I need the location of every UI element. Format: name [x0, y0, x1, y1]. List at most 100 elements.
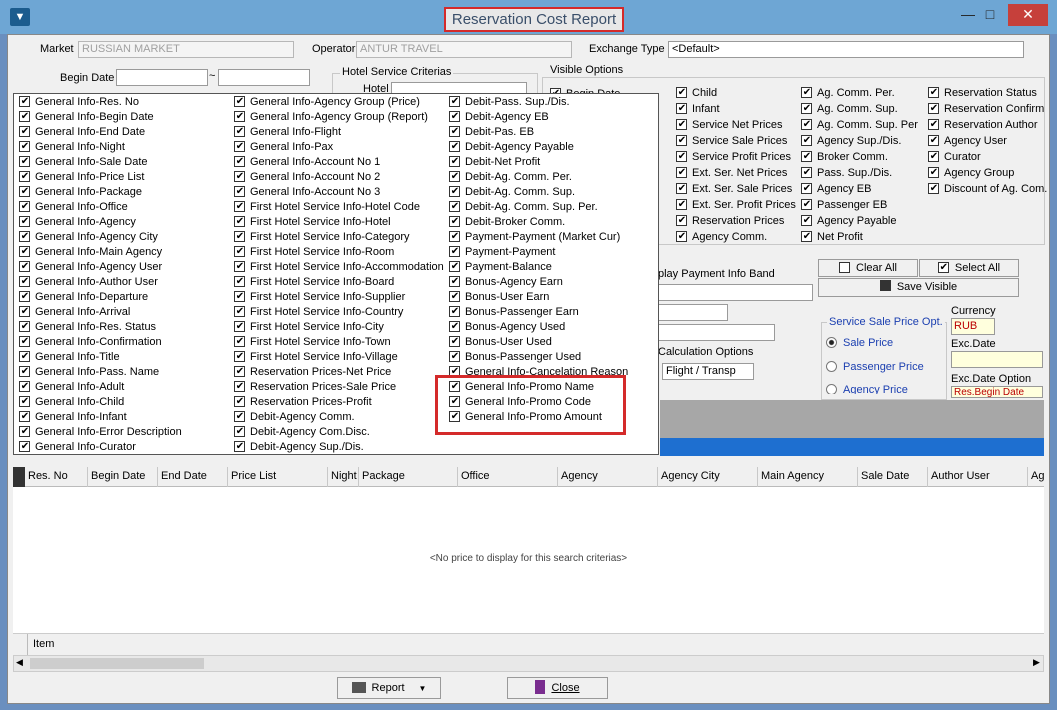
checkbox-checked[interactable]: [234, 426, 245, 437]
popup-option[interactable]: First Hotel Service Info-Hotel: [234, 216, 391, 231]
popup-option[interactable]: General Info-Flight: [234, 126, 341, 141]
popup-option[interactable]: Payment-Payment: [449, 246, 555, 261]
checkbox-checked[interactable]: [234, 261, 245, 272]
checkbox-checked[interactable]: [449, 216, 460, 227]
checkbox-checked[interactable]: [19, 186, 30, 197]
popup-option[interactable]: First Hotel Service Info-City: [234, 321, 384, 336]
checkbox-checked[interactable]: [676, 199, 687, 210]
checkbox-checked[interactable]: [449, 126, 460, 137]
popup-option[interactable]: Payment-Payment (Market Cur): [449, 231, 620, 246]
checkbox-checked[interactable]: [19, 246, 30, 257]
visible-option[interactable]: Child: [676, 87, 717, 102]
operator-field[interactable]: ANTUR TRAVEL: [356, 41, 572, 58]
column-header[interactable]: Author User: [931, 470, 990, 482]
popup-option[interactable]: General Info-Package: [19, 186, 142, 201]
popup-option[interactable]: General Info-Pax: [234, 141, 333, 156]
checkbox-checked[interactable]: [234, 201, 245, 212]
checkbox-checked[interactable]: [801, 119, 812, 130]
checkbox-checked[interactable]: [19, 141, 30, 152]
checkbox-checked[interactable]: [676, 103, 687, 114]
column-header[interactable]: Price List: [231, 470, 276, 482]
radio-passenger-price[interactable]: Passenger Price: [826, 361, 924, 376]
checkbox-checked[interactable]: [19, 261, 30, 272]
checkbox-checked[interactable]: [234, 441, 245, 452]
checkbox-checked[interactable]: [234, 396, 245, 407]
column-separator[interactable]: [557, 467, 558, 487]
visible-option[interactable]: Ext. Ser. Profit Prices: [676, 199, 796, 214]
checkbox-checked[interactable]: [801, 215, 812, 226]
column-header[interactable]: Office: [461, 470, 490, 482]
visible-option[interactable]: Agency Comm.: [676, 231, 767, 246]
popup-option[interactable]: First Hotel Service Info-Category: [234, 231, 410, 246]
checkbox-checked[interactable]: [19, 156, 30, 167]
report-button[interactable]: Report ▼: [337, 677, 441, 699]
popup-option[interactable]: Debit-Ag. Comm. Per.: [449, 171, 572, 186]
checkbox-checked[interactable]: [449, 201, 460, 212]
checkbox-checked[interactable]: [19, 351, 30, 362]
exc-date-option-select[interactable]: Res.Begin Date: [951, 386, 1043, 398]
column-separator[interactable]: [87, 467, 88, 487]
popup-option[interactable]: Reservation Prices-Profit: [234, 396, 372, 411]
popup-option[interactable]: General Info-Agency User: [19, 261, 162, 276]
checkbox-checked[interactable]: [449, 291, 460, 302]
payment-input-2[interactable]: [658, 304, 728, 321]
checkbox-checked[interactable]: [234, 321, 245, 332]
visible-option[interactable]: Ext. Ser. Net Prices: [676, 167, 787, 182]
checkbox-checked[interactable]: [234, 216, 245, 227]
column-header[interactable]: Package: [362, 470, 405, 482]
column-separator[interactable]: [457, 467, 458, 487]
popup-option[interactable]: Payment-Balance: [449, 261, 552, 276]
popup-option[interactable]: First Hotel Service Info-Hotel Code: [234, 201, 420, 216]
checkbox-checked[interactable]: [19, 306, 30, 317]
checkbox-checked[interactable]: [19, 441, 30, 452]
checkbox-checked[interactable]: [234, 291, 245, 302]
checkbox-checked[interactable]: [928, 167, 939, 178]
popup-option[interactable]: First Hotel Service Info-Village: [234, 351, 398, 366]
checkbox-checked[interactable]: [234, 141, 245, 152]
popup-option[interactable]: General Info-Curator: [19, 441, 136, 456]
checkbox-checked[interactable]: [234, 276, 245, 287]
checkbox-checked[interactable]: [449, 231, 460, 242]
checkbox-checked[interactable]: [19, 126, 30, 137]
checkbox-checked[interactable]: [449, 171, 460, 182]
app-logo-icon[interactable]: ▼: [10, 8, 30, 26]
visible-option[interactable]: Agency EB: [801, 183, 871, 198]
visible-option[interactable]: Agency Sup./Dis.: [801, 135, 901, 150]
popup-option[interactable]: First Hotel Service Info-Country: [234, 306, 403, 321]
checkbox-checked[interactable]: [676, 183, 687, 194]
visible-option[interactable]: Reservation Status: [928, 87, 1037, 102]
visible-option[interactable]: Broker Comm.: [801, 151, 888, 166]
checkbox-checked[interactable]: [449, 186, 460, 197]
popup-option[interactable]: Debit-Agency Payable: [449, 141, 574, 156]
radio-agency-price[interactable]: Agency Price: [826, 384, 908, 394]
checkbox-checked[interactable]: [19, 336, 30, 347]
minimize-button[interactable]: —: [958, 4, 978, 26]
checkbox-checked[interactable]: [449, 96, 460, 107]
visible-option[interactable]: Passenger EB: [801, 199, 887, 214]
popup-option[interactable]: General Info-Infant: [19, 411, 127, 426]
checkbox-checked[interactable]: [801, 167, 812, 178]
popup-option[interactable]: General Info-Main Agency: [19, 246, 162, 261]
radio-sale-price[interactable]: Sale Price: [826, 337, 893, 352]
checkbox-checked[interactable]: [928, 183, 939, 194]
checkbox-checked[interactable]: [19, 111, 30, 122]
checkbox-checked[interactable]: [449, 261, 460, 272]
column-separator[interactable]: [757, 467, 758, 487]
visible-option[interactable]: Agency Payable: [801, 215, 897, 230]
popup-option[interactable]: Debit-Pas. EB: [449, 126, 534, 141]
checkbox-checked[interactable]: [801, 199, 812, 210]
checkbox-checked[interactable]: [234, 351, 245, 362]
column-header[interactable]: Agency City: [661, 470, 720, 482]
visible-option[interactable]: Pass. Sup./Dis.: [801, 167, 892, 182]
popup-option[interactable]: General Info-Account No 3: [234, 186, 380, 201]
popup-option[interactable]: Debit-Pass. Sup./Dis.: [449, 96, 570, 111]
popup-option[interactable]: Debit-Agency EB: [449, 111, 549, 126]
scroll-right-icon[interactable]: ▶: [1033, 657, 1040, 668]
checkbox-checked[interactable]: [801, 135, 812, 146]
popup-option[interactable]: Bonus-User Used: [449, 336, 552, 351]
popup-option[interactable]: General Info-Office: [19, 201, 128, 216]
popup-option[interactable]: General Info-Departure: [19, 291, 148, 306]
checkbox-checked[interactable]: [676, 87, 687, 98]
exc-date-input[interactable]: [951, 351, 1043, 368]
checkbox-checked[interactable]: [928, 119, 939, 130]
